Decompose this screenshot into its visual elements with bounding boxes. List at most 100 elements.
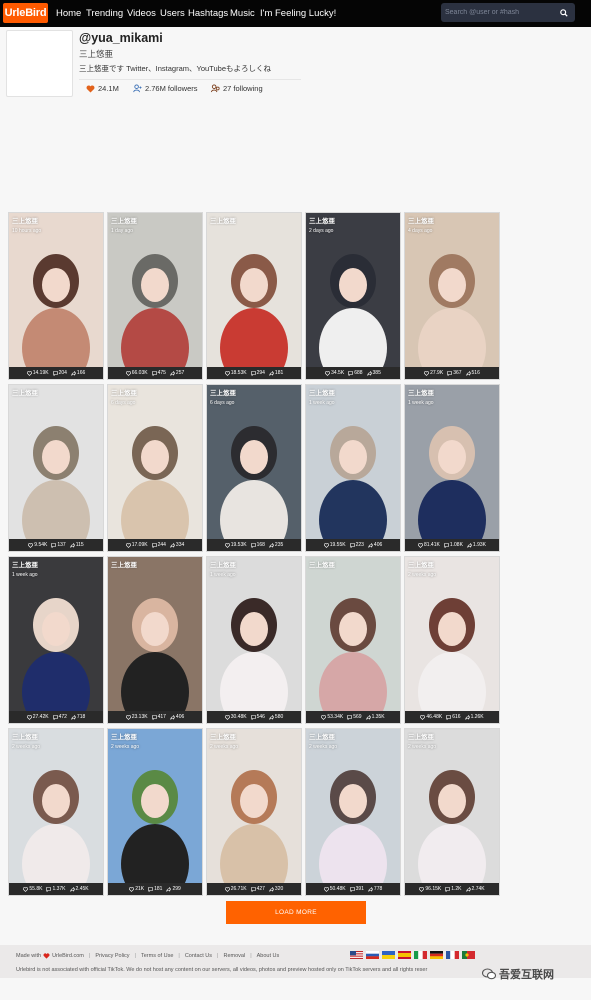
video-card[interactable]: 三上悠亜 2 weeks ago 96.15K 1.2K 2.74K [404,728,500,896]
video-stats: 96.15K 1.2K 2.74K [405,883,499,895]
video-card[interactable]: 三上悠亜 4 days ago 27.9K 367 516 [404,212,500,380]
following-count: 27 following [223,84,263,93]
share-icon [464,714,470,720]
video-thumbnail[interactable] [405,385,499,539]
video-stats: 19.55K 223 406 [306,539,400,551]
video-card[interactable]: 三上悠亜 18.53K 294 181 [206,212,302,380]
video-thumbnail[interactable] [207,557,301,711]
comment-icon [348,370,353,376]
site-logo[interactable]: UrleBird [3,3,48,23]
heart-icon [26,370,32,376]
video-card[interactable]: 三上悠亜 6 days ago 19.53K 168 235 [206,384,302,552]
video-thumbnail[interactable] [207,213,301,367]
video-card[interactable]: 三上悠亜 1 week ago 30.48K 546 580 [206,556,302,724]
nav-users[interactable]: Users [160,8,185,19]
profile-username: @yua_mikami [79,31,163,45]
video-card[interactable]: 三上悠亜 2 weeks ago 21K 181 299 [107,728,203,896]
video-shares: 2.74K [471,886,485,892]
followers-icon [133,84,142,93]
share-icon [368,886,373,892]
footer-about-link[interactable]: About Us [257,953,280,959]
video-card[interactable]: 三上悠亜 1 week ago 27.42K 472 718 [8,556,104,724]
search-button[interactable] [553,3,575,22]
flag-ua-icon[interactable] [382,951,395,959]
footer-contact-link[interactable]: Contact Us [185,953,212,959]
video-thumbnail[interactable] [405,213,499,367]
flag-fr-icon[interactable] [446,951,459,959]
video-thumbnail[interactable] [9,213,103,367]
footer-site-link[interactable]: UrleBird.com [52,953,84,959]
flag-ru-icon[interactable] [366,951,379,959]
video-thumbnail[interactable] [9,385,103,539]
video-thumbnail[interactable] [9,557,103,711]
video-card[interactable]: 三上悠亜 2 weeks ago 46.48K 616 1.26K [404,556,500,724]
heart-icon [321,714,327,720]
video-card[interactable]: 三上悠亜 2 weeks ago 26.71K 427 320 [206,728,302,896]
video-comments: 546 [256,714,265,720]
video-thumbnail[interactable] [207,729,301,883]
flag-de-icon[interactable] [430,951,443,959]
video-card[interactable]: 三上悠亜 6 days ago 17.09K 244 334 [107,384,203,552]
video-shares: 580 [274,714,284,720]
video-thumbnail[interactable] [108,557,202,711]
video-card[interactable]: 三上悠亜 2 weeks ago 50.48K 391 778 [305,728,401,896]
nav-feeling-lucky[interactable]: I'm Feeling Lucky! [260,8,336,19]
video-likes: 9.54K [34,542,48,548]
footer-terms-link[interactable]: Terms of Use [141,953,173,959]
video-thumbnail[interactable] [405,557,499,711]
video-thumbnail[interactable] [207,385,301,539]
video-likes: 66.03K [131,370,148,376]
comment-icon [151,714,157,720]
flag-it-icon[interactable] [414,951,427,959]
nav-videos[interactable]: Videos [127,8,156,19]
footer-privacy-link[interactable]: Privacy Policy [95,953,129,959]
nav-hashtags[interactable]: Hashtags [188,8,228,19]
video-card[interactable]: 三上悠亜 10 hours ago 14.19K 204 166 [8,212,104,380]
avatar [6,30,73,97]
video-author: 三上悠亜 [111,218,137,225]
search-input[interactable] [441,3,551,22]
video-card[interactable]: 三上悠亜 23.13K 417 406 [107,556,203,724]
nav-home[interactable]: Home [56,8,81,19]
language-flags [350,951,475,959]
video-comments: 204 [58,370,67,376]
video-time: 6 days ago [210,400,235,406]
video-author: 三上悠亜 [210,562,236,569]
heart-icon [417,542,423,548]
video-card[interactable]: 三上悠亜 2 weeks ago 55.8K 1.37K 2.45K [8,728,104,896]
video-thumbnail[interactable] [306,729,400,883]
video-card[interactable]: 三上悠亜 1 week ago 19.55K 223 406 [305,384,401,552]
video-thumbnail[interactable] [108,729,202,883]
video-card[interactable]: 三上悠亜 1 day ago 66.03K 475 257 [107,212,203,380]
video-shares: 257 [175,370,185,376]
flag-us-icon[interactable] [350,951,363,959]
share-icon [170,714,175,720]
footer-removal-link[interactable]: Removal [223,953,245,959]
video-card[interactable]: 三上悠亜 2 days ago 34.5K 688 385 [305,212,401,380]
video-stats: 66.03K 475 257 [108,367,202,379]
video-thumbnail[interactable] [9,729,103,883]
video-thumbnail[interactable] [405,729,499,883]
video-likes: 21K [135,886,145,892]
nav-trending[interactable]: Trending [86,8,123,19]
flag-es-icon[interactable] [398,951,411,959]
video-card[interactable]: 三上悠亜 9.54K 137 115 [8,384,104,552]
flag-pt-icon[interactable] [462,951,475,959]
nav-music[interactable]: Music [230,8,255,19]
video-card[interactable]: 三上悠亜 1 week ago 81.41K 1.08K 1.93K [404,384,500,552]
video-stats: 26.71K 427 320 [207,883,301,895]
video-stats: 23.13K 417 406 [108,711,202,723]
share-icon [366,370,372,376]
video-thumbnail[interactable] [108,385,202,539]
video-thumbnail[interactable] [108,213,202,367]
video-shares: 718 [76,714,86,720]
video-time: 2 weeks ago [309,744,338,750]
video-card[interactable]: 三上悠亜 53.34K 569 1.35K [305,556,401,724]
video-thumbnail[interactable] [306,213,400,367]
video-thumbnail[interactable] [306,385,400,539]
load-more-button[interactable]: LOAD MORE [226,901,366,924]
video-author: 三上悠亜 [408,562,434,569]
video-thumbnail[interactable] [306,557,400,711]
video-stats: 21K 181 299 [108,883,202,895]
video-comments: 1.08K [449,542,463,548]
